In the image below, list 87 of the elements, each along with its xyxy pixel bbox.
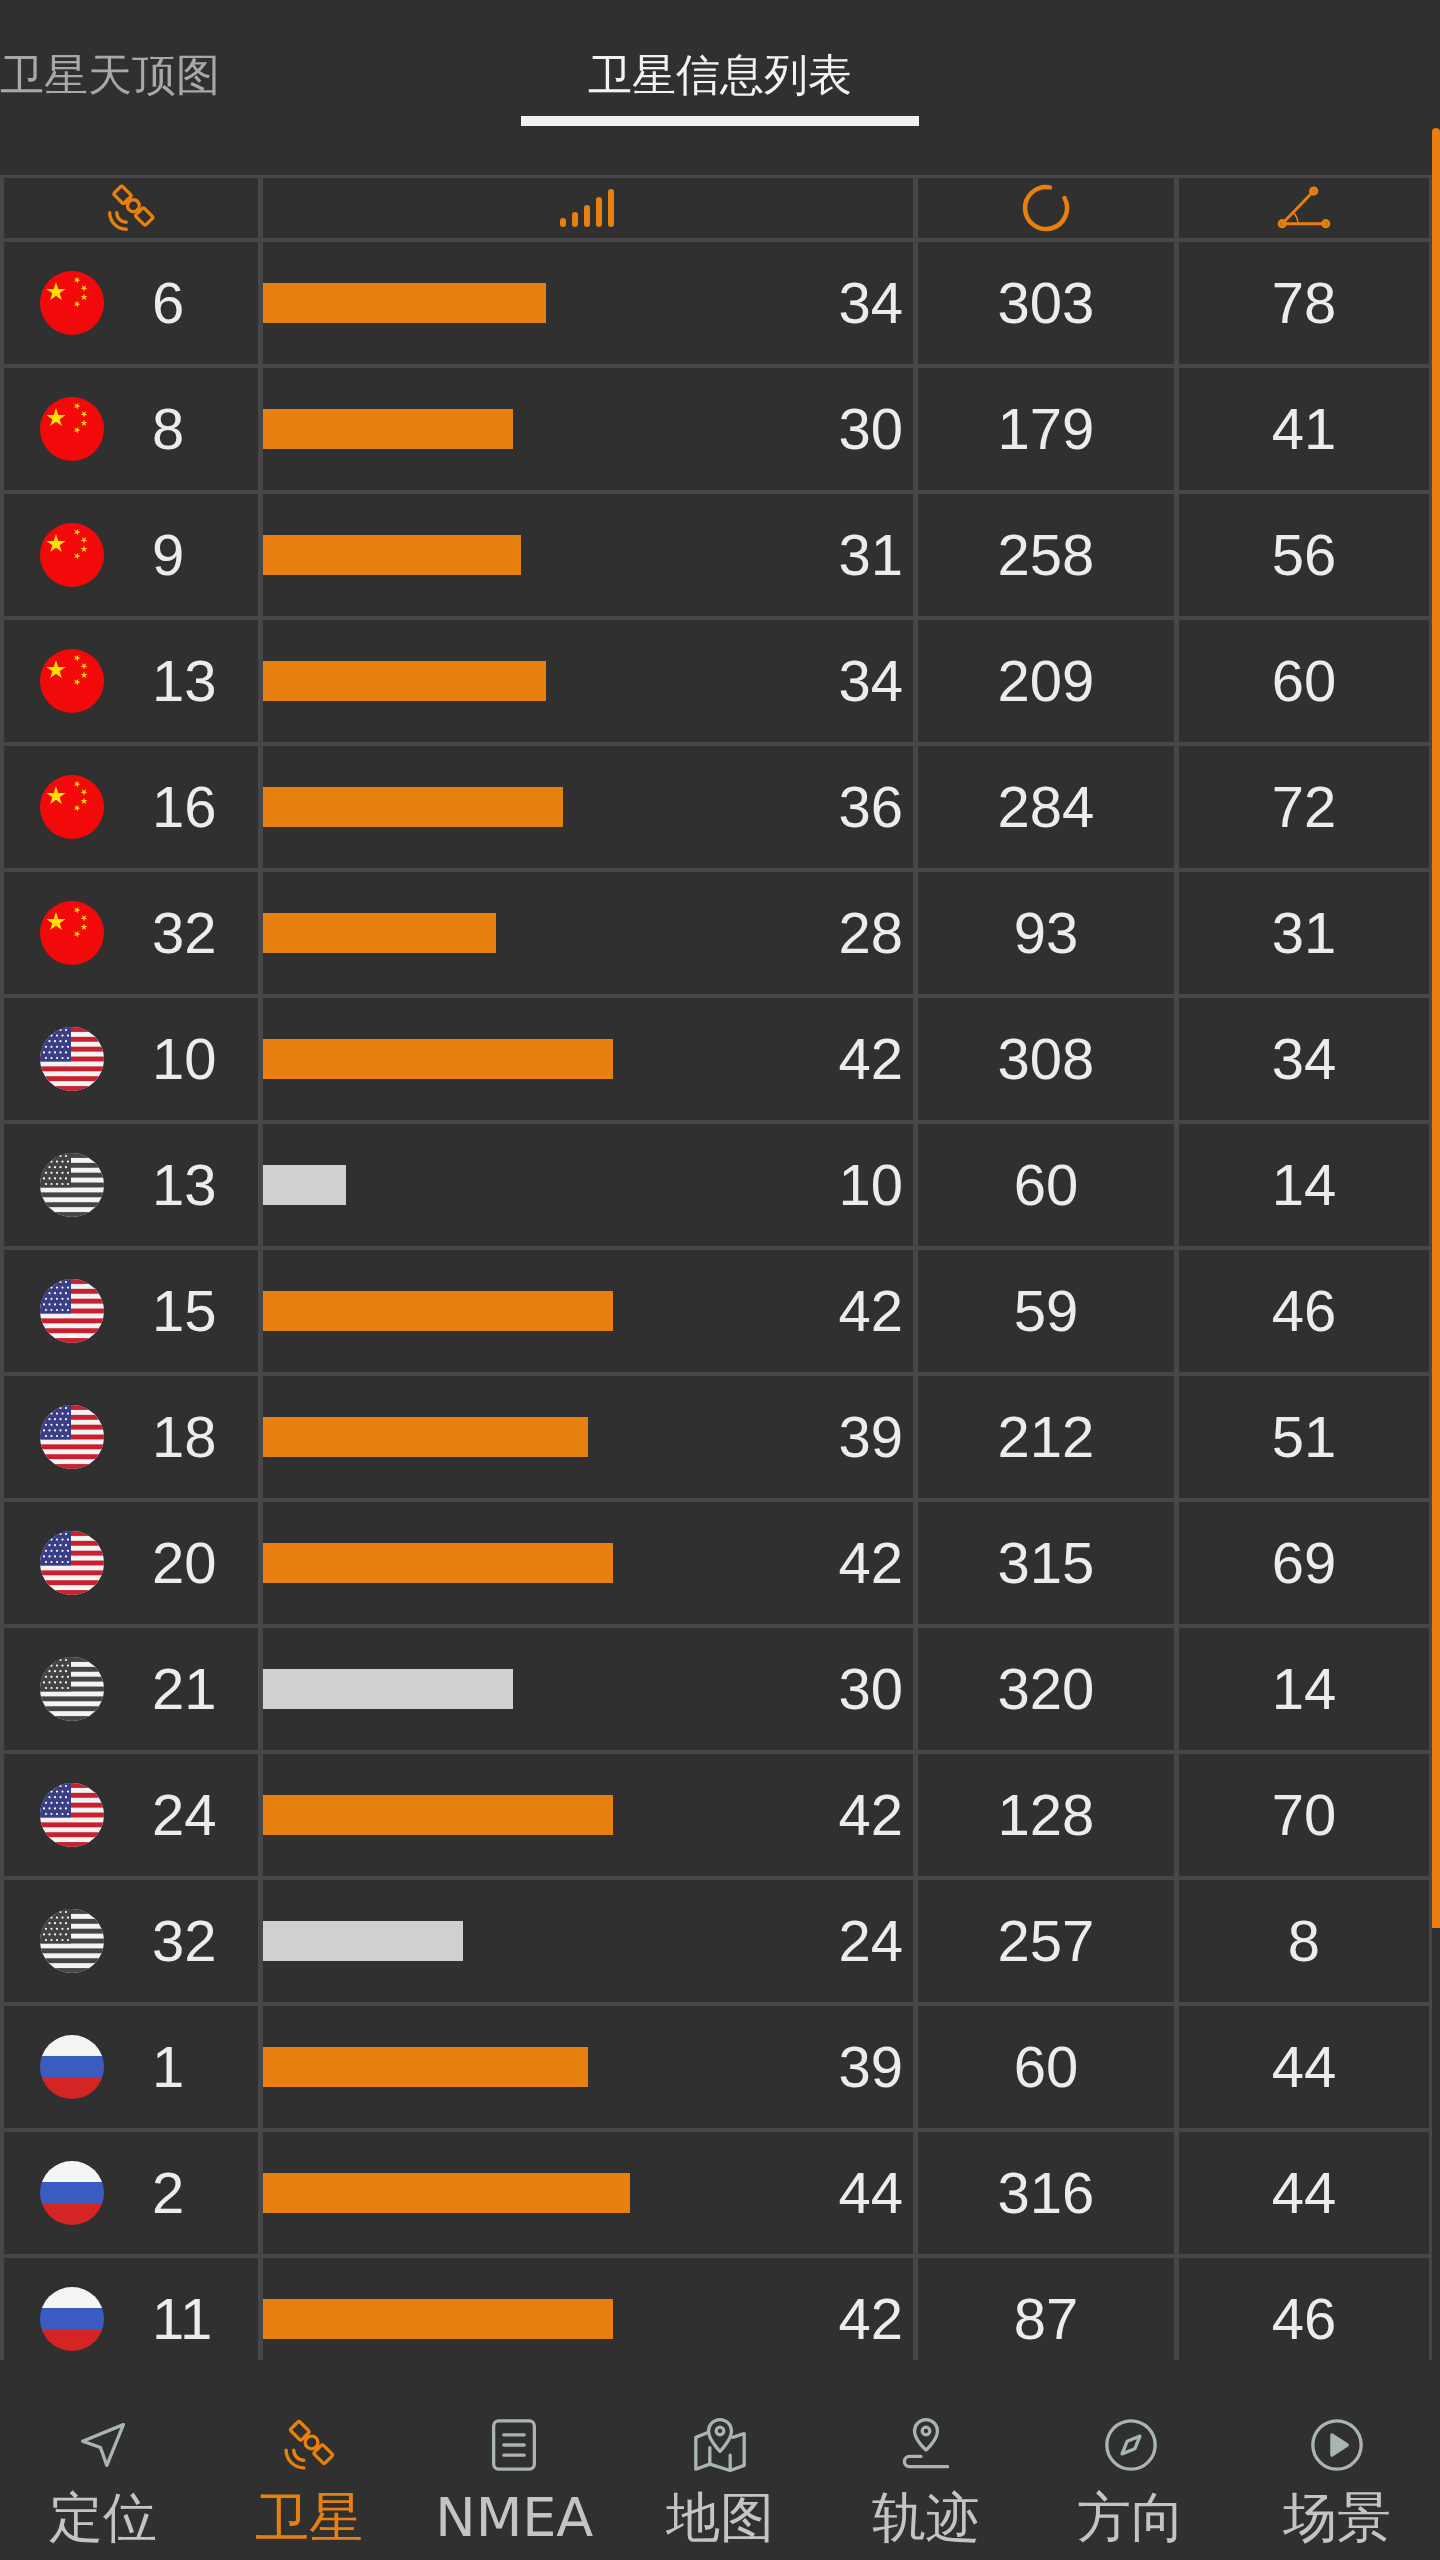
signal-bars-icon bbox=[559, 188, 617, 228]
azimuth-value: 284 bbox=[997, 774, 1095, 840]
satellite-id: 10 bbox=[152, 1026, 217, 1092]
snr-value: 39 bbox=[838, 1404, 904, 1470]
azimuth-value: 209 bbox=[997, 648, 1095, 714]
nav-tab[interactable]: NMEA bbox=[411, 2360, 618, 2560]
satellite-id: 11 bbox=[152, 2286, 213, 2352]
snr-value: 42 bbox=[838, 1530, 904, 1596]
elevation-value: 46 bbox=[1271, 1278, 1337, 1344]
elevation-value: 60 bbox=[1271, 648, 1337, 714]
azimuth-value: 60 bbox=[1013, 1152, 1079, 1218]
azimuth-value: 93 bbox=[1013, 900, 1079, 966]
satellite-id: 20 bbox=[152, 1530, 217, 1596]
elevation-value: 46 bbox=[1271, 2286, 1337, 2352]
snr-value: 30 bbox=[838, 396, 904, 462]
azimuth-value: 303 bbox=[997, 270, 1095, 336]
satellite-id: 13 bbox=[152, 648, 217, 714]
azimuth-value: 258 bbox=[997, 522, 1095, 588]
satellite-id: 8 bbox=[152, 396, 185, 462]
nav-tab[interactable]: 方向 bbox=[1028, 2360, 1235, 2560]
elevation-value: 72 bbox=[1271, 774, 1337, 840]
map-pin-icon bbox=[692, 2417, 748, 2473]
snr-value: 39 bbox=[838, 2034, 904, 2100]
compass-icon bbox=[1103, 2417, 1160, 2473]
elevation-value: 44 bbox=[1271, 2034, 1337, 2100]
snr-value: 10 bbox=[838, 1152, 904, 1218]
nav-tab[interactable]: 定位 bbox=[0, 2360, 206, 2560]
nav-tab[interactable]: 卫星 bbox=[205, 2360, 412, 2560]
satellite-id: 13 bbox=[152, 1152, 217, 1218]
azimuth-value: 179 bbox=[997, 396, 1095, 462]
azimuth-value: 60 bbox=[1013, 2034, 1079, 2100]
elevation-value: 70 bbox=[1271, 1782, 1337, 1848]
elevation-value: 41 bbox=[1271, 396, 1337, 462]
satellite-id: 2 bbox=[152, 2160, 185, 2226]
satellite-id: 32 bbox=[152, 900, 217, 966]
azimuth-value: 320 bbox=[997, 1656, 1095, 1722]
azimuth-value: 308 bbox=[997, 1026, 1095, 1092]
snr-value: 44 bbox=[838, 2160, 904, 2226]
azimuth-value: 257 bbox=[997, 1908, 1095, 1974]
satellite-id: 24 bbox=[152, 1782, 217, 1848]
snr-value: 30 bbox=[838, 1656, 904, 1722]
satellite-id: 6 bbox=[152, 270, 185, 336]
elevation-value: 78 bbox=[1271, 270, 1337, 336]
snr-value: 34 bbox=[838, 270, 904, 336]
satellite-id: 32 bbox=[152, 1908, 217, 1974]
russia-flag-icon bbox=[40, 2035, 104, 2099]
circle-arc-icon bbox=[1020, 182, 1072, 234]
azimuth-value: 128 bbox=[997, 1782, 1095, 1848]
satellite-id: 15 bbox=[152, 1278, 217, 1344]
azimuth-value: 212 bbox=[997, 1404, 1095, 1470]
russia-flag-icon bbox=[40, 2287, 104, 2351]
satellite-id: 1 bbox=[152, 2034, 185, 2100]
elevation-value: 14 bbox=[1271, 1656, 1337, 1722]
satellite-id: 9 bbox=[152, 522, 185, 588]
tab[interactable]: 卫星天顶图 bbox=[0, 0, 220, 126]
elevation-value: 31 bbox=[1271, 900, 1337, 966]
russia-flag-icon bbox=[40, 2161, 104, 2225]
snr-value: 34 bbox=[838, 648, 904, 714]
elevation-value: 44 bbox=[1271, 2160, 1337, 2226]
azimuth-value: 87 bbox=[1013, 2286, 1079, 2352]
elevation-value: 69 bbox=[1271, 1530, 1337, 1596]
snr-value: 28 bbox=[838, 900, 904, 966]
snr-value: 42 bbox=[838, 2286, 904, 2352]
satellite-id: 21 bbox=[152, 1656, 217, 1722]
snr-value: 36 bbox=[838, 774, 904, 840]
snr-value: 42 bbox=[838, 1278, 904, 1344]
nav-tab[interactable]: 地图 bbox=[617, 2360, 823, 2560]
elevation-value: 8 bbox=[1287, 1908, 1321, 1974]
snr-value: 42 bbox=[838, 1782, 904, 1848]
satellite-icon bbox=[105, 182, 157, 234]
elevation-value: 56 bbox=[1271, 522, 1337, 588]
nav-tab[interactable]: 轨迹 bbox=[822, 2360, 1029, 2560]
azimuth-value: 316 bbox=[997, 2160, 1095, 2226]
nav-tab[interactable]: 场景 bbox=[1234, 2360, 1440, 2560]
elevation-value: 51 bbox=[1271, 1404, 1337, 1470]
satellite-id: 16 bbox=[152, 774, 217, 840]
azimuth-value: 315 bbox=[997, 1530, 1095, 1596]
elevation-value: 14 bbox=[1271, 1152, 1337, 1218]
snr-value: 31 bbox=[838, 522, 904, 588]
tab[interactable]: 卫星信息列表 bbox=[521, 0, 919, 126]
play-icon bbox=[1309, 2417, 1366, 2473]
azimuth-value: 59 bbox=[1013, 1278, 1079, 1344]
satellite-id: 18 bbox=[152, 1404, 217, 1470]
angle-icon bbox=[1275, 185, 1333, 231]
snr-value: 24 bbox=[838, 1908, 904, 1974]
snr-value: 42 bbox=[838, 1026, 904, 1092]
elevation-value: 34 bbox=[1271, 1026, 1337, 1092]
